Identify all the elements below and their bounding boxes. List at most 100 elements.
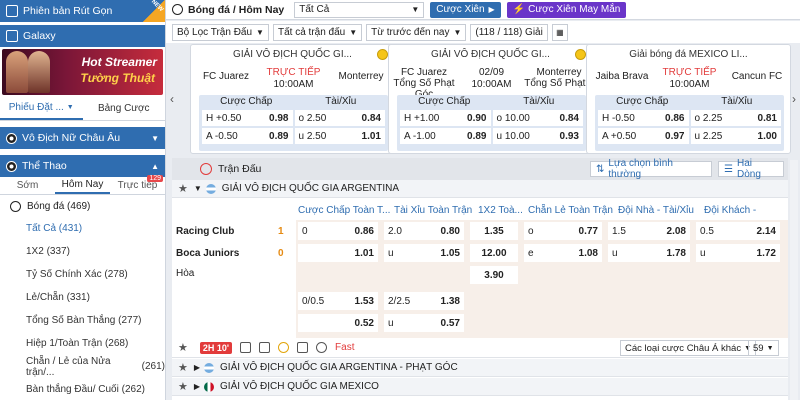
other-bets-select[interactable]: Các loại cược Châu Á khác ▼: [620, 340, 757, 356]
odds-cell[interactable]: H +1.00 0.90: [400, 110, 491, 126]
odds-cell[interactable]: 3.90: [470, 266, 518, 284]
parlay-button[interactable]: Cược Xiên ▶: [430, 1, 501, 18]
tab-betslip[interactable]: Phiếu Đặt ... ▼: [0, 97, 83, 120]
odds-cell[interactable]: o 2.25 0.81: [690, 110, 781, 126]
stats-icon[interactable]: [240, 342, 252, 353]
fast-button[interactable]: Fast: [335, 342, 354, 353]
live-time-badge: 2H 10': [199, 341, 233, 354]
odds-cell[interactable]: 0.52: [298, 314, 378, 332]
soccer-ball-icon: [6, 160, 17, 172]
featured-match-card[interactable]: GIẢI VÔ ĐỊCH QUỐC GI... FC Juarez Tổng S…: [388, 44, 594, 154]
odds-cell[interactable]: e 1.08: [524, 244, 602, 262]
odds-cell[interactable]: 2/2.5 1.38: [384, 292, 464, 310]
odds-cell[interactable]: o 0.77: [524, 222, 602, 240]
chevron-right-icon: ▶: [193, 382, 201, 391]
odds-cell[interactable]: 12.00: [470, 244, 518, 262]
odds-cell[interactable]: o 2.50 0.84: [294, 110, 385, 126]
tab-live[interactable]: Trực tiếp 129: [110, 175, 165, 194]
sports-section[interactable]: Thể Thao ▲: [0, 155, 165, 177]
compact-version-link[interactable]: Phiên bản Rút Gọn NEW: [0, 0, 165, 22]
odds-cell[interactable]: 0.5 2.14: [696, 222, 780, 240]
odds-cell[interactable]: 0 0.86: [298, 222, 378, 240]
list-item[interactable]: Hiệp 1/Toàn Trận (268): [0, 332, 165, 355]
chart-icon[interactable]: [297, 342, 309, 353]
scrollbar[interactable]: [790, 160, 798, 400]
sort-select[interactable]: ⇅ Lựa chọn bình thường: [590, 158, 712, 180]
history-icon[interactable]: [316, 342, 328, 353]
star-icon[interactable]: ★: [178, 380, 188, 393]
odds-cell[interactable]: u 1.72: [696, 244, 780, 262]
chevron-down-icon: ▼: [66, 104, 74, 111]
odds-cell[interactable]: H +0.50 0.98: [202, 110, 293, 126]
tab-early[interactable]: Sớm: [0, 177, 55, 194]
card-time: 10:00AM: [471, 79, 512, 90]
league-header[interactable]: ★ ▶ GIẢI VÔ ĐỊCH QUỐC GIA MEXICO: [172, 378, 788, 396]
odds-cell[interactable]: u 1.78: [608, 244, 690, 262]
womens-euro-section[interactable]: Vô Địch Nữ Châu Âu ▼: [0, 127, 165, 149]
favorite-icon[interactable]: [377, 49, 388, 60]
odds-cell[interactable]: A -1.00 0.89: [400, 128, 491, 144]
streamer-image-2: [28, 51, 50, 93]
time-range-select[interactable]: Từ trước đến nay ▼: [366, 23, 467, 41]
scoreboard-icon[interactable]: [259, 342, 271, 353]
odds-cell[interactable]: 1.5 2.08: [608, 222, 690, 240]
odds-cell[interactable]: u 1.05: [384, 244, 464, 262]
star-icon[interactable]: ★: [178, 182, 188, 195]
star-icon[interactable]: ★: [178, 341, 188, 354]
tab-today[interactable]: Hôm Nay: [55, 177, 110, 194]
odds-cell[interactable]: 0/0.5 1.53: [298, 292, 378, 310]
odds-grid: 0 0.86 2.0 0.80 1.35 o 0.77 1.5 2.08 0.5 2.14…: [296, 220, 788, 338]
hot-streamer-banner[interactable]: Hot Streamer Tường Thuật: [2, 49, 163, 95]
list-item[interactable]: Tỷ Số Chính Xác (278): [0, 263, 165, 286]
league-filter-button[interactable]: ▦: [551, 23, 568, 41]
odds-cell[interactable]: u 2.25 1.00: [690, 128, 781, 144]
column-header: Cược Chấp Toàn T...: [298, 205, 391, 216]
league-name: GIẢI VÔ ĐỊCH QUỐC GIA ARGENTINA: [221, 183, 400, 194]
list-item[interactable]: Tổng Số Bàn Thắng (277): [0, 309, 165, 332]
league-count-select[interactable]: (118 / 118) Giải: [470, 23, 548, 41]
line-value: 2.50: [306, 130, 327, 142]
odds-cell[interactable]: A -0.50 0.89: [202, 128, 293, 144]
odds-cell[interactable]: u 10.00 0.93: [492, 128, 583, 144]
odds-cell[interactable]: A +0.50 0.97: [598, 128, 689, 144]
list-item[interactable]: 1X2 (337): [0, 240, 165, 263]
list-item[interactable]: Chẵn / Lẻ của Nửa trận/... (261): [0, 355, 165, 378]
odds-value: 1.08: [578, 247, 598, 259]
lines-select[interactable]: ☰ Hai Dòng: [718, 158, 784, 180]
odds-cell[interactable]: u 0.57: [384, 314, 464, 332]
list-item[interactable]: Bàn thắng Đầu/ Cuối (262): [0, 378, 165, 400]
odds-cell[interactable]: 1.01: [298, 244, 378, 262]
tab-bet-list[interactable]: Bảng Cược: [83, 97, 166, 120]
odds-cell[interactable]: u 2.50 1.01: [294, 128, 385, 144]
carousel-next-icon[interactable]: ›: [792, 92, 796, 106]
odds-cell[interactable]: 1.35: [470, 222, 518, 240]
live-stream-icon[interactable]: [278, 342, 290, 353]
sport-soccer[interactable]: Bóng đá (469): [0, 195, 165, 217]
league-header[interactable]: ★ ▼ GIẢI VÔ ĐỊCH QUỐC GIA ARGENTINA: [172, 180, 788, 198]
star-icon[interactable]: ★: [178, 361, 188, 374]
galaxy-link[interactable]: Galaxy: [0, 25, 165, 47]
featured-match-card[interactable]: GIẢI VÔ ĐỊCH QUỐC GI... FC Juarez TRỰC T…: [190, 44, 395, 154]
market-select[interactable]: Tất Cả ▼: [294, 1, 425, 18]
list-item[interactable]: Lẻ/Chẵn (331): [0, 286, 165, 309]
carousel-prev-icon[interactable]: ‹: [170, 92, 174, 106]
favorite-icon[interactable]: [575, 49, 586, 60]
card-status: 02/09 10:00AM: [459, 67, 524, 91]
line-value: -1.00: [412, 130, 436, 142]
odds-cell[interactable]: H -0.50 0.86: [598, 110, 689, 126]
league-header[interactable]: ★ ▶ GIẢI VÔ ĐỊCH QUỐC GIA ARGENTINA - PH…: [172, 359, 788, 377]
sidebar: Phiên bản Rút Gọn NEW Galaxy Hot Streame…: [0, 0, 166, 400]
lucky-parlay-button[interactable]: ⚡ Cược Xiên May Mắn: [506, 1, 627, 18]
other-bets-count[interactable]: 59 ▼: [748, 340, 779, 356]
odds-value: 1.38: [440, 295, 460, 307]
card-league: GIẢI VÔ ĐỊCH QUỐC GI...: [431, 49, 550, 60]
lines-select-value: Hai Dòng: [736, 158, 761, 180]
odds-cell[interactable]: o 10.00 0.84: [492, 110, 583, 126]
compact-icon: [6, 5, 18, 17]
match-filter-select[interactable]: Bộ Lọc Trận Đấu ▼: [172, 23, 269, 41]
list-item[interactable]: Tất Cả (431): [0, 217, 165, 240]
all-matches-select[interactable]: Tất cả trận đấu ▼: [272, 23, 363, 41]
featured-match-card[interactable]: Giải bóng đá MEXICO LI... Jaiba Brava TR…: [586, 44, 791, 154]
column-header: 1X2 Toà...: [478, 205, 523, 216]
odds-cell[interactable]: 2.0 0.80: [384, 222, 464, 240]
